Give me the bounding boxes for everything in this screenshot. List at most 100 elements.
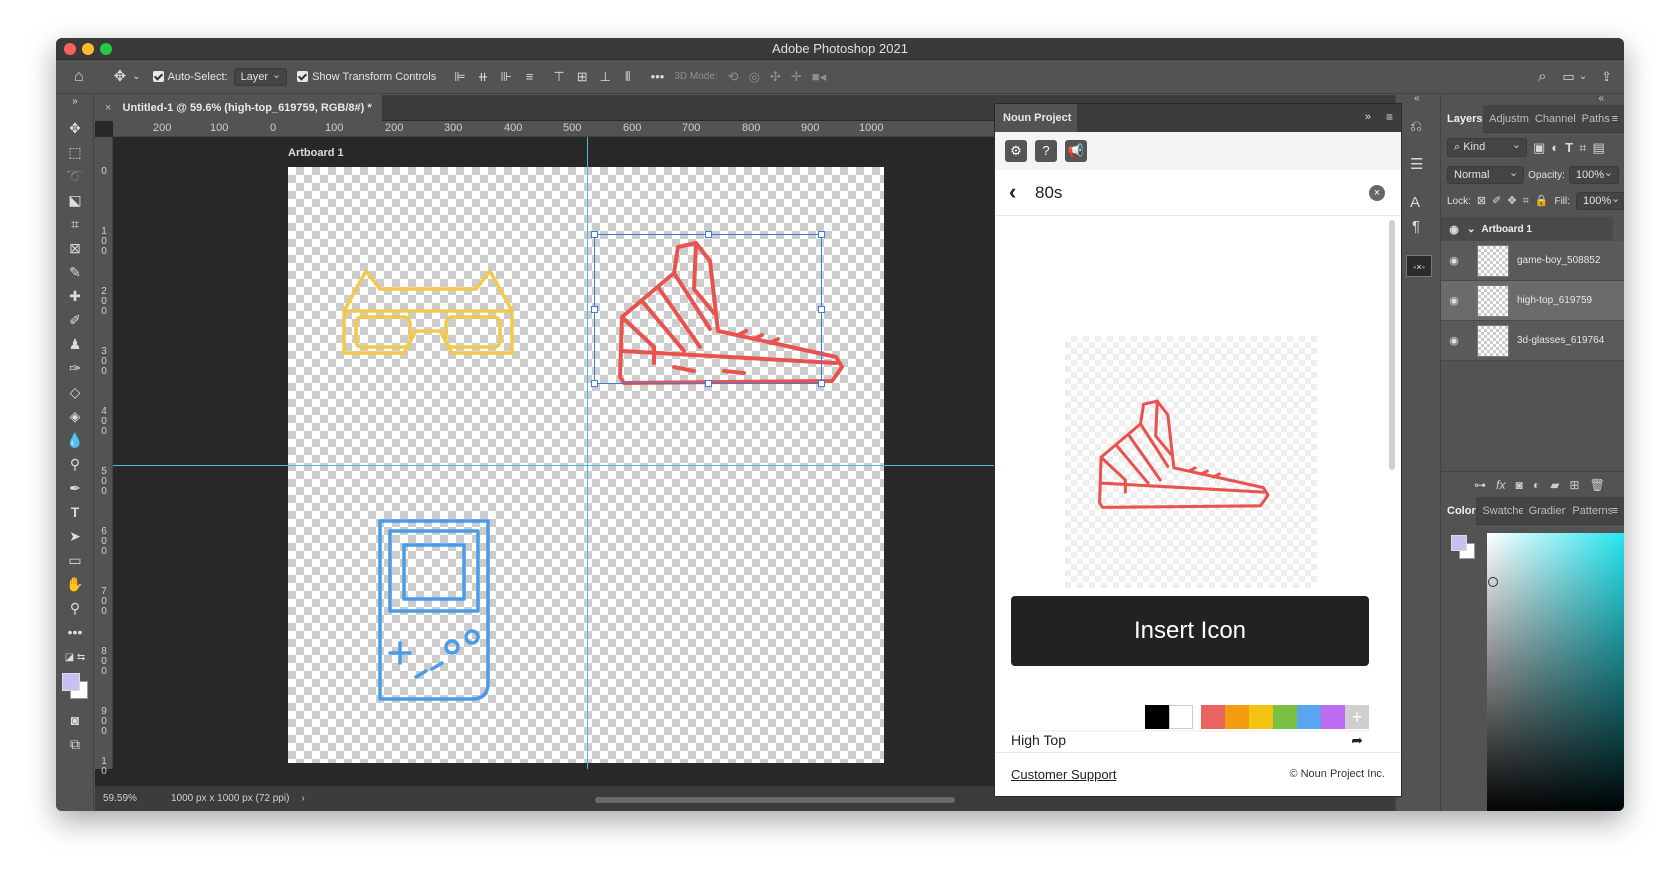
color-swatch-red[interactable] bbox=[1201, 705, 1225, 729]
filter-smart-icon[interactable]: ▤ bbox=[1592, 141, 1604, 154]
align-right-icon[interactable]: ⊪ bbox=[500, 70, 511, 83]
layer-filter-dropdown[interactable]: ⌕ Kind bbox=[1447, 137, 1527, 157]
marquee-tool-icon[interactable]: ⬚ bbox=[63, 141, 87, 163]
color-swatch-white[interactable] bbox=[1169, 705, 1193, 729]
transform-handle[interactable] bbox=[818, 231, 825, 238]
dodge-tool-icon[interactable]: ⚲ bbox=[63, 453, 87, 475]
megaphone-icon[interactable]: 📢 bbox=[1065, 140, 1087, 162]
gear-icon[interactable]: ⚙ bbox=[1005, 140, 1027, 162]
tab-channels[interactable]: Channel bbox=[1529, 105, 1576, 133]
distribute-icon[interactable]: ≡ bbox=[526, 70, 534, 83]
color-swatch-green[interactable] bbox=[1273, 705, 1297, 729]
back-arrow-icon[interactable]: ‹ bbox=[1009, 179, 1016, 205]
filter-type-icon[interactable]: T bbox=[1565, 141, 1573, 154]
customer-support-link[interactable]: Customer Support bbox=[1011, 767, 1117, 782]
color-swatch-blue[interactable] bbox=[1297, 705, 1321, 729]
move-tool-icon[interactable]: ✥ bbox=[114, 69, 127, 84]
move-tool-icon[interactable]: ✥ bbox=[63, 117, 87, 139]
tab-patterns[interactable]: Patterns bbox=[1566, 497, 1611, 525]
close-window-button[interactable] bbox=[64, 43, 76, 55]
auto-select-checkbox[interactable]: Auto-Select: bbox=[152, 71, 228, 83]
home-icon[interactable]: ⌂ bbox=[74, 68, 84, 85]
blend-mode-dropdown[interactable]: Normal bbox=[1447, 166, 1525, 184]
chevron-down-icon[interactable]: ⌄ bbox=[132, 71, 140, 82]
crop-tool-icon[interactable]: ⌗ bbox=[63, 213, 87, 235]
adjustments-icon[interactable]: ☰ bbox=[1410, 157, 1423, 172]
disclosure-chevron-icon[interactable]: ⌄ bbox=[1467, 224, 1475, 235]
panel-menu-icon[interactable]: ≡ bbox=[1612, 505, 1618, 517]
horizontal-scrollbar[interactable] bbox=[595, 797, 955, 803]
hand-tool-icon[interactable]: ✋ bbox=[63, 573, 87, 595]
align-center-icon[interactable]: ⧺ bbox=[478, 70, 489, 83]
more-tools-icon[interactable]: ••• bbox=[63, 621, 87, 643]
default-colors-icon[interactable]: ◪ ⇆ bbox=[63, 647, 87, 669]
artboard-label[interactable]: Artboard 1 bbox=[288, 147, 344, 159]
3d-roll-icon[interactable]: ◎ bbox=[749, 70, 760, 83]
collapse-icon[interactable]: » bbox=[63, 91, 87, 113]
tab-adjustments[interactable]: Adjustm bbox=[1483, 105, 1529, 133]
align-top-icon[interactable]: ⊤ bbox=[553, 70, 564, 83]
healing-brush-icon[interactable]: ✚ bbox=[63, 285, 87, 307]
eraser-icon[interactable]: ◇ bbox=[63, 381, 87, 403]
transform-handle[interactable] bbox=[705, 380, 712, 387]
3d-slide-icon[interactable]: ✛ bbox=[791, 70, 802, 83]
color-swatch-black[interactable] bbox=[1145, 705, 1169, 729]
add-color-button[interactable]: + bbox=[1345, 705, 1369, 729]
frame-tool-icon[interactable]: ⊠ bbox=[63, 237, 87, 259]
lock-all-icon[interactable]: 🔒 bbox=[1535, 195, 1549, 207]
group-folder-icon[interactable]: ▰ bbox=[1550, 478, 1559, 492]
lock-transparent-icon[interactable]: ⊠ bbox=[1477, 195, 1486, 207]
align-middle-icon[interactable]: ⊞ bbox=[577, 70, 588, 83]
search-icon[interactable]: ⌕ bbox=[1538, 69, 1546, 84]
color-picker-cursor[interactable] bbox=[1488, 577, 1498, 587]
adjustment-layer-icon[interactable]: ◐ bbox=[1533, 478, 1540, 492]
clear-search-icon[interactable]: × bbox=[1369, 185, 1385, 201]
transform-bounding-box[interactable] bbox=[591, 231, 825, 387]
share-icon[interactable]: ⇪ bbox=[1601, 70, 1612, 83]
history-brush-icon[interactable]: ✑ bbox=[63, 357, 87, 379]
color-field[interactable] bbox=[1487, 533, 1624, 811]
character-icon[interactable]: A bbox=[1410, 195, 1420, 210]
zoom-tool-icon[interactable]: ⚲ bbox=[63, 597, 87, 619]
trash-icon[interactable]: 🗑 bbox=[1590, 478, 1605, 492]
layer-mask-icon[interactable]: ◙ bbox=[1516, 478, 1523, 492]
screen-mode-icon[interactable]: ⧉ bbox=[63, 733, 87, 755]
artboard-group-row[interactable]: ◉ ⌄ Artboard 1 bbox=[1441, 217, 1613, 241]
layer-row-selected[interactable]: ◉ high-top_619759 bbox=[1441, 281, 1624, 321]
minimize-window-button[interactable] bbox=[82, 43, 94, 55]
vertical-ruler[interactable]: 0 1 0 0 2 0 0 3 0 0 4 0 0 5 0 0 6 0 0 7 … bbox=[95, 137, 113, 777]
rectangle-tool-icon[interactable]: ▭ bbox=[63, 549, 87, 571]
foreground-color-swatch[interactable] bbox=[62, 673, 80, 691]
opacity-input[interactable]: 100% bbox=[1568, 166, 1619, 184]
more-options-icon[interactable]: ••• bbox=[651, 70, 665, 83]
layer-row[interactable]: ◉ 3d-glasses_619764 bbox=[1441, 321, 1624, 361]
tab-swatches[interactable]: Swatche bbox=[1476, 497, 1522, 525]
help-icon[interactable]: ? bbox=[1035, 140, 1057, 162]
path-select-icon[interactable]: ➤ bbox=[63, 525, 87, 547]
eyedropper-icon[interactable]: ✎ bbox=[63, 261, 87, 283]
panel-menu-icon[interactable]: ≡ bbox=[1386, 110, 1393, 124]
vertical-guide[interactable] bbox=[587, 137, 588, 769]
document-tab[interactable]: × Untitled-1 @ 59.6% (high-top_619759, R… bbox=[95, 95, 382, 121]
collapse-icon[interactable]: » bbox=[1365, 111, 1371, 123]
foreground-color-swatch[interactable] bbox=[1451, 535, 1467, 551]
layer-row[interactable]: ◉ game-boy_508852 bbox=[1441, 241, 1624, 281]
close-icon[interactable]: × bbox=[105, 102, 111, 114]
noun-project-tab[interactable]: Noun Project bbox=[995, 104, 1077, 132]
zoom-window-button[interactable] bbox=[100, 43, 112, 55]
link-layers-icon[interactable]: ⊶ bbox=[1474, 478, 1486, 492]
transform-handle[interactable] bbox=[818, 380, 825, 387]
filter-shape-icon[interactable]: ⌗ bbox=[1579, 141, 1586, 154]
transform-handle[interactable] bbox=[591, 306, 598, 313]
transform-handle[interactable] bbox=[591, 231, 598, 238]
document-info[interactable]: 1000 px x 1000 px (72 ppi) bbox=[171, 793, 289, 804]
collapse-icon[interactable]: « bbox=[1598, 93, 1604, 104]
lock-pixels-icon[interactable]: ✐ bbox=[1492, 195, 1501, 207]
insert-icon-button[interactable]: Insert Icon bbox=[1011, 596, 1369, 666]
history-icon[interactable]: ⎌ bbox=[1410, 119, 1422, 134]
game-boy-graphic[interactable] bbox=[376, 517, 492, 703]
panel-menu-icon[interactable]: ≡ bbox=[1612, 113, 1618, 125]
align-bottom-icon[interactable]: ⊥ bbox=[600, 70, 611, 83]
lock-artboard-icon[interactable]: ⌗ bbox=[1523, 195, 1529, 207]
filter-adjustment-icon[interactable]: ◐ bbox=[1551, 141, 1559, 154]
